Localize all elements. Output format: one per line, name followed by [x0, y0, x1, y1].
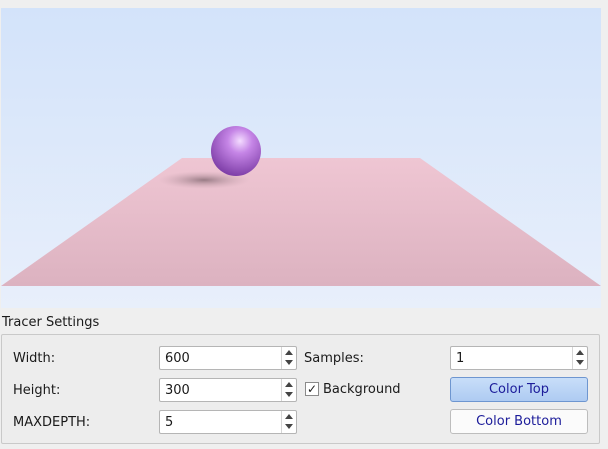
maxdepth-value: 5 [165, 415, 174, 430]
samples-label: Samples: [304, 351, 364, 366]
tracer-settings-title: Tracer Settings [2, 315, 100, 330]
spin-up-icon[interactable] [285, 382, 293, 387]
samples-value: 1 [456, 351, 465, 366]
spin-up-icon[interactable] [576, 350, 584, 355]
sphere [211, 126, 261, 176]
height-spin-arrows[interactable] [281, 379, 296, 401]
render-view [1, 8, 601, 308]
spin-down-icon[interactable] [285, 360, 293, 365]
maxdepth-spin-arrows[interactable] [281, 411, 296, 433]
height-value: 300 [165, 383, 190, 398]
spin-down-icon[interactable] [285, 424, 293, 429]
spin-up-icon[interactable] [285, 414, 293, 419]
spin-down-icon[interactable] [576, 360, 584, 365]
samples-spinbox[interactable]: 1 [450, 346, 588, 370]
width-label: Width: [13, 351, 56, 366]
maxdepth-spinbox[interactable]: 5 [159, 410, 297, 434]
color-bottom-button[interactable]: Color Bottom [450, 409, 588, 434]
rendered-scene [1, 8, 601, 308]
background-checkbox[interactable]: ✓ [305, 382, 319, 396]
width-value: 600 [165, 351, 190, 366]
background-label[interactable]: Background [323, 382, 401, 397]
maxdepth-label: MAXDEPTH: [13, 415, 91, 430]
samples-spin-arrows[interactable] [572, 347, 587, 369]
spin-up-icon[interactable] [285, 350, 293, 355]
width-spinbox[interactable]: 600 [159, 346, 297, 370]
color-top-button[interactable]: Color Top [450, 377, 588, 402]
spin-down-icon[interactable] [285, 392, 293, 397]
width-spin-arrows[interactable] [281, 347, 296, 369]
height-spinbox[interactable]: 300 [159, 378, 297, 402]
height-label: Height: [13, 383, 61, 398]
